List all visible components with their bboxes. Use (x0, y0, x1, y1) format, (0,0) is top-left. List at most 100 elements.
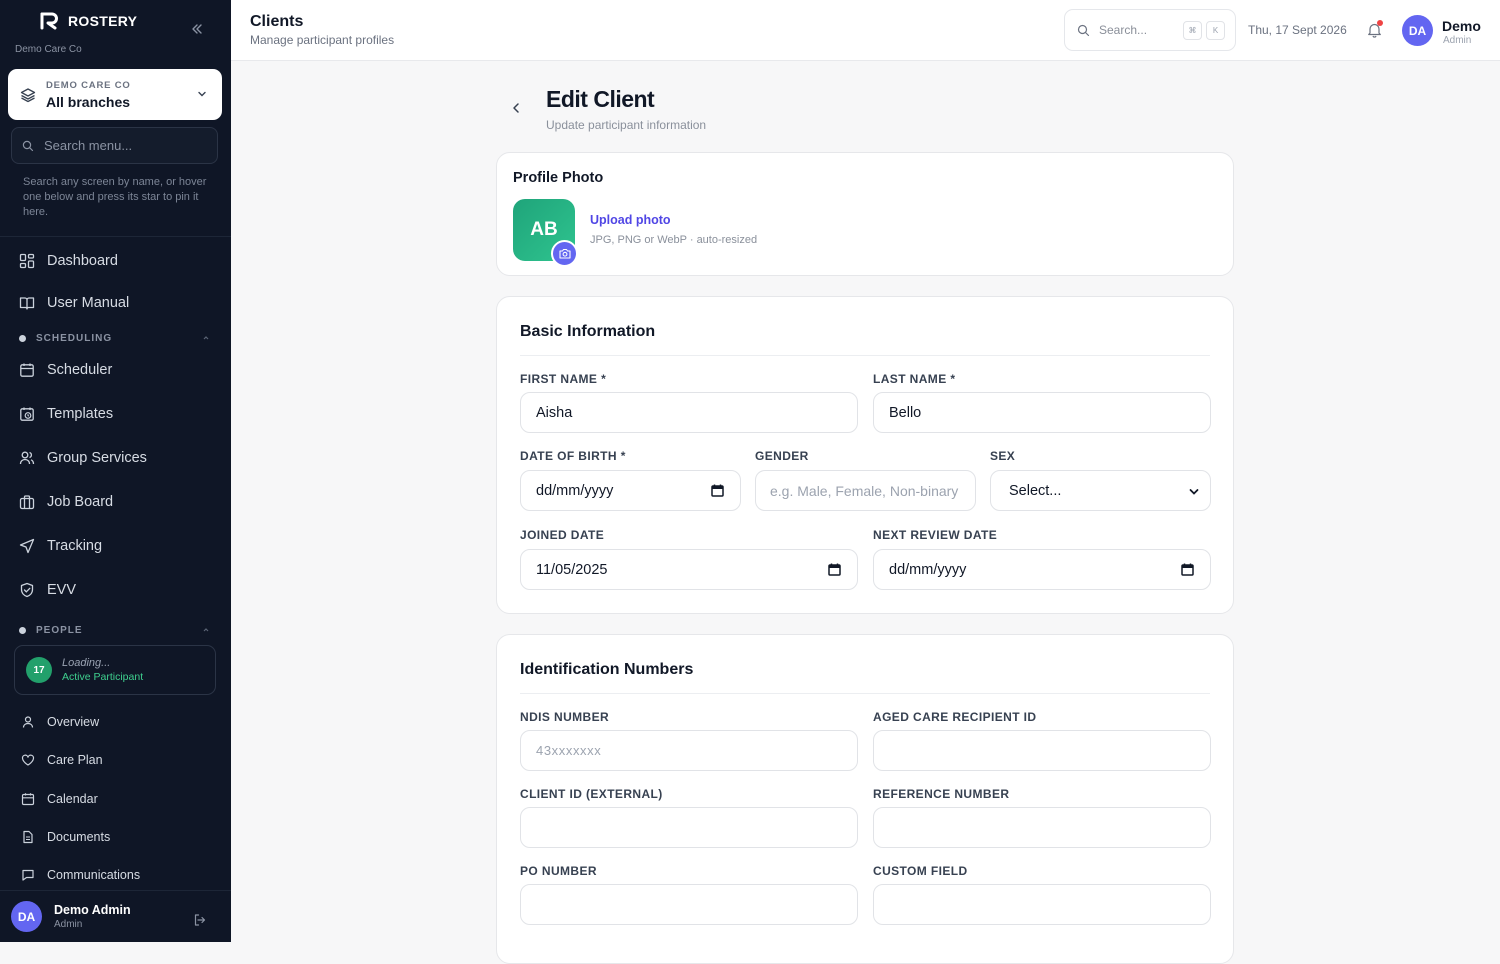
topbar-user-name[interactable]: Demo (1442, 18, 1481, 34)
calendar-icon (20, 363, 34, 377)
sidebar-item-overview[interactable]: Overview (21, 715, 99, 729)
sidebar-item-evv[interactable]: EVV (19, 582, 76, 598)
menu-search-input[interactable]: Search menu... (11, 127, 218, 164)
dob-label: DATE OF BIRTH * (520, 449, 626, 463)
joined-date-field[interactable]: 11/05/2025 (520, 549, 858, 590)
section-label: PEOPLE (36, 625, 83, 636)
profile-photo-card: Profile Photo AB Upload photo JPG, PNG o… (496, 152, 1234, 276)
avatar[interactable]: DA (1402, 15, 1433, 46)
joined-date-value: 11/05/2025 (536, 561, 608, 578)
first-name-field[interactable]: Aisha (520, 392, 858, 433)
sidebar-item-group-services[interactable]: Group Services (19, 450, 147, 466)
last-name-field[interactable]: Bello (873, 392, 1211, 433)
search-icon (22, 140, 34, 151)
sex-select[interactable]: Select... (990, 470, 1211, 511)
grid-icon (19, 253, 35, 269)
branch-org-label: DEMO CARE CO (46, 79, 131, 91)
calendar-icon[interactable] (828, 563, 841, 576)
camera-button[interactable] (551, 240, 578, 267)
aged-care-id-label: AGED CARE RECIPIENT ID (873, 710, 1037, 724)
book-icon (19, 297, 35, 310)
avatar[interactable]: DA (11, 901, 42, 932)
upload-photo-hint: JPG, PNG or WebP · auto-resized (590, 234, 758, 246)
briefcase-icon (19, 495, 35, 510)
section-scheduling[interactable]: SCHEDULING (19, 333, 211, 344)
dob-value: dd/mm/yyyy (536, 482, 614, 499)
po-number-field[interactable] (520, 884, 858, 925)
branch-selector[interactable]: DEMO CARE CO All branches (8, 69, 222, 120)
joined-date-label: JOINED DATE (520, 528, 605, 542)
calendar-icon (21, 793, 35, 806)
top-bar: Clients Manage participant profiles Sear… (231, 0, 1500, 61)
page-subtitle: Update participant information (546, 118, 707, 132)
heart-icon (21, 754, 35, 766)
back-arrow-icon[interactable] (510, 100, 522, 116)
card-divider (520, 693, 1210, 694)
sidebar-item-calendar[interactable]: Calendar (21, 792, 98, 806)
logout-icon[interactable] (193, 913, 207, 927)
sidebar-item-tracking[interactable]: Tracking (19, 538, 102, 554)
page-section-subtitle: Manage participant profiles (250, 33, 395, 47)
topbar-user-role: Admin (1443, 35, 1472, 46)
basic-information-card: Basic Information FIRST NAME * Aisha LAS… (496, 296, 1234, 614)
sidebar-item-scheduler[interactable]: Scheduler (19, 362, 112, 378)
participant-status: Active Participant (62, 671, 144, 683)
participant-selector[interactable]: 17 Loading... Active Participant (14, 645, 216, 695)
card-title: Basic Information (520, 323, 656, 340)
sex-value: Select... (1009, 482, 1062, 499)
sidebar-item-label: Group Services (47, 450, 147, 466)
global-search-input[interactable]: Search... ⌘ K (1064, 9, 1236, 51)
users-icon (19, 451, 35, 465)
card-title: Identification Numbers (520, 661, 694, 678)
client-id-label: CLIENT ID (EXTERNAL) (520, 787, 663, 801)
sidebar-item-documents[interactable]: Documents (21, 830, 110, 844)
reference-number-field[interactable] (873, 807, 1211, 848)
client-id-field[interactable] (520, 807, 858, 848)
card-divider (520, 355, 1210, 356)
participant-badge: 17 (26, 657, 52, 683)
kbd-command: ⌘ (1183, 21, 1202, 40)
search-icon (1077, 24, 1090, 36)
page-title: Edit Client (546, 86, 655, 112)
layers-icon (20, 87, 36, 102)
keyboard-shortcut: ⌘ K (1183, 21, 1225, 40)
gender-field[interactable]: e.g. Male, Female, Non-binary (755, 470, 976, 511)
calendar-icon[interactable] (1181, 563, 1194, 576)
gender-label: GENDER (755, 449, 809, 463)
sidebar-item-care-plan[interactable]: Care Plan (21, 753, 103, 767)
card-title: Profile Photo (513, 170, 604, 186)
chevron-up-icon (203, 336, 209, 340)
aged-care-id-field[interactable] (873, 730, 1211, 771)
sidebar-item-communications[interactable]: Communications (21, 868, 140, 882)
brand-name: ROSTERY (68, 13, 138, 29)
upload-photo-link[interactable]: Upload photo (590, 213, 671, 227)
next-review-label: NEXT REVIEW DATE (873, 528, 998, 542)
sidebar-item-label: Tracking (47, 538, 103, 554)
chevrons-left-icon (192, 24, 202, 34)
kbd-k: K (1206, 21, 1225, 40)
chevron-down-icon (1189, 489, 1199, 495)
sidebar-item-templates[interactable]: Templates (19, 406, 113, 422)
branch-value: All branches (46, 93, 131, 110)
file-icon (23, 830, 33, 844)
sidebar-item-job-board[interactable]: Job Board (19, 494, 113, 510)
calendar-clock-icon (20, 407, 34, 421)
sidebar: ROSTERY Demo Care Co DEMO CARE CO All br… (0, 0, 231, 942)
calendar-icon[interactable] (711, 484, 724, 497)
sidebar-item-label: Job Board (47, 494, 114, 510)
sidebar-user-card: DA Demo Admin Admin (0, 890, 231, 942)
section-people[interactable]: PEOPLE (19, 625, 211, 636)
sidebar-item-dashboard[interactable]: Dashboard (19, 253, 118, 269)
sidebar-user-role: Admin (54, 919, 83, 930)
collapse-sidebar-button[interactable] (190, 22, 204, 36)
sidebar-item-label: EVV (47, 582, 77, 598)
ndis-number-field[interactable]: 43xxxxxxx (520, 730, 858, 771)
next-review-field[interactable]: dd/mm/yyyy (873, 549, 1211, 590)
brand-logo[interactable]: ROSTERY (40, 12, 137, 30)
section-label: SCHEDULING (36, 333, 113, 344)
dob-field[interactable]: dd/mm/yyyy (520, 470, 741, 511)
sidebar-item-user-manual[interactable]: User Manual (19, 295, 129, 311)
sidebar-item-label: Templates (47, 406, 114, 422)
custom-field[interactable] (873, 884, 1211, 925)
last-name-label: LAST NAME * (873, 372, 956, 386)
